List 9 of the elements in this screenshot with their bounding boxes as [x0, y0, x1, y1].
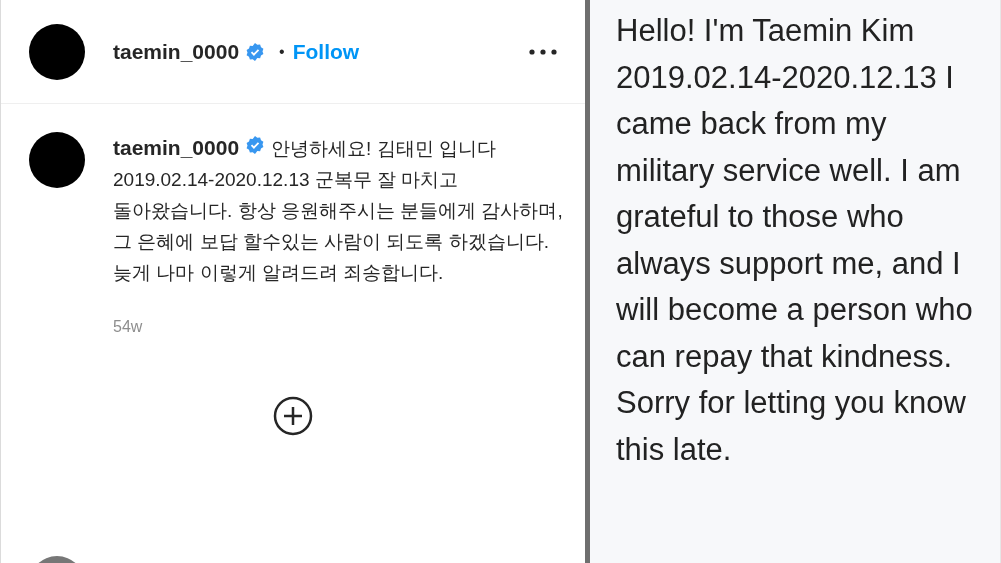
username[interactable]: taemin_0000 [113, 136, 240, 159]
more-options-icon[interactable] [529, 48, 557, 55]
avatar[interactable] [29, 132, 85, 188]
caption-text: taemin_0000 안녕하세요! 김태민 입니다 2019.02.14-2020.12.13 군복무 잘 마치고 돌아왔습니다. 항상 응원해주시는 분들에게 감사하며, 그 은혜에 보답 할수있는 사람이 되도록 하겠습니다. 늦게 나마 이렇게 알려드려 죄송합니다. [113, 134, 563, 285]
translation-text: Hello! I'm Taemin Kim 2019.02.14-2020.12.13 I came back from my military service well. I am grateful to those who always support me, and I will become a person who can repay that kindness. Sorry for letting you know this late. [616, 12, 974, 469]
username[interactable]: taemin_0000 [113, 39, 240, 64]
separator-dot: • [279, 42, 285, 61]
post-time: 54w [113, 318, 144, 336]
add-circle-icon[interactable] [273, 396, 313, 436]
